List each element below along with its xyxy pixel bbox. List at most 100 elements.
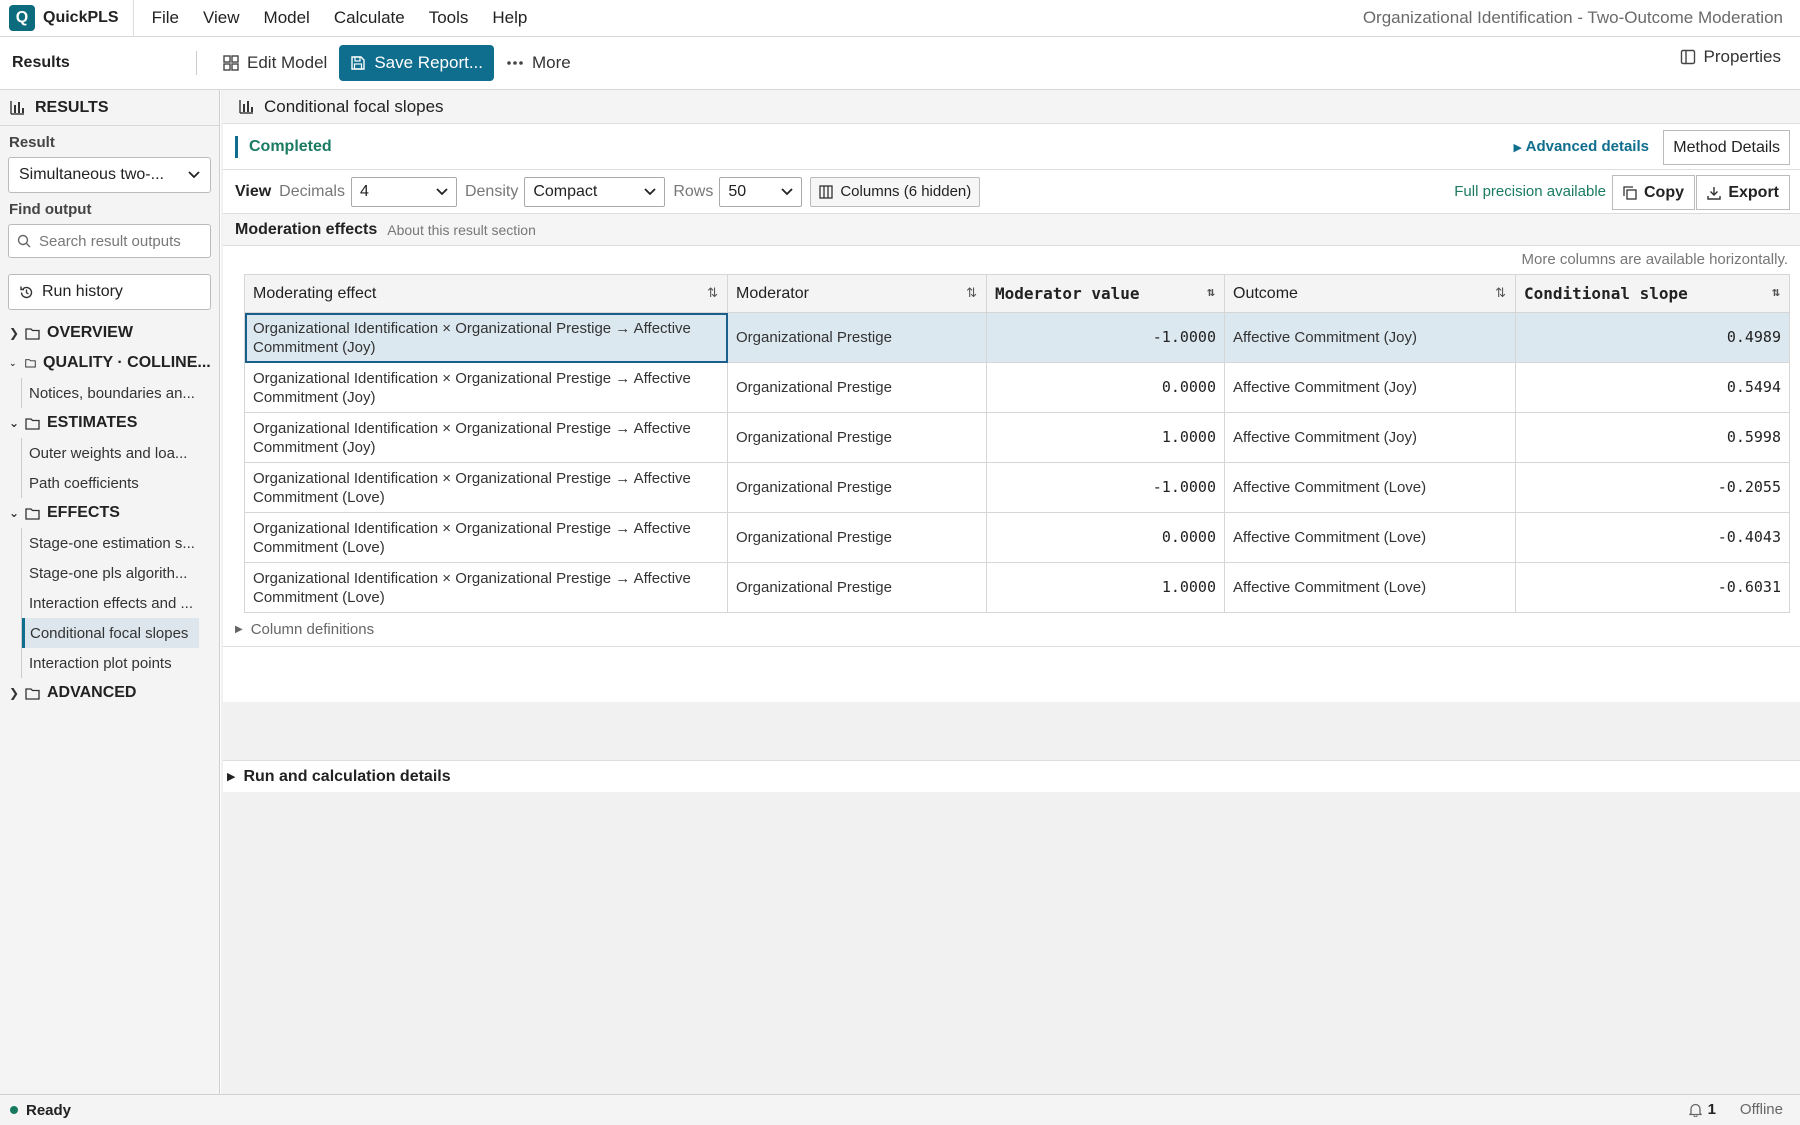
column-header-outcome[interactable]: Outcome ⇅	[1224, 274, 1516, 313]
table-row[interactable]: Organizational Identification × Organiza…	[244, 362, 1790, 413]
density-select[interactable]: Compact	[524, 176, 666, 207]
cell-conditional-slope[interactable]: -0.6031	[1515, 562, 1790, 613]
cell-moderating-effect[interactable]: Organizational Identification × Organiza…	[244, 312, 728, 363]
columns-button[interactable]: Columns (6 hidden)	[810, 176, 981, 207]
tree-item-stage-one-estimation[interactable]: Stage-one estimation s...	[22, 528, 219, 558]
menu-model[interactable]: Model	[252, 8, 322, 28]
folder-icon	[25, 507, 40, 520]
cell-conditional-slope[interactable]: 0.4989	[1515, 312, 1790, 363]
tree-item-conditional-focal-slopes[interactable]: Conditional focal slopes	[22, 618, 199, 648]
tree-item-interaction-plot-points[interactable]: Interaction plot points	[22, 648, 219, 678]
full-precision-link[interactable]: Full precision available	[1454, 183, 1606, 200]
column-header-label: Moderator value	[995, 284, 1140, 303]
copy-button[interactable]: Copy	[1612, 175, 1695, 210]
cell-moderator[interactable]: Organizational Prestige	[727, 312, 987, 363]
export-button[interactable]: Export	[1696, 175, 1790, 210]
status-dot-icon	[10, 1106, 18, 1114]
cell-conditional-slope[interactable]: -0.2055	[1515, 462, 1790, 513]
tree-item-interaction-effects[interactable]: Interaction effects and ...	[22, 588, 219, 618]
cell-outcome[interactable]: Affective Commitment (Love)	[1224, 462, 1516, 513]
cell-moderator-value[interactable]: 0.0000	[986, 512, 1225, 563]
table-row[interactable]: Organizational Identification × Organiza…	[244, 512, 1790, 563]
cell-conditional-slope[interactable]: 0.5998	[1515, 412, 1790, 463]
menu-calculate[interactable]: Calculate	[322, 8, 417, 28]
cell-outcome[interactable]: Affective Commitment (Love)	[1224, 562, 1516, 613]
tree-group-estimates[interactable]: ⌄ ESTIMATES	[0, 408, 219, 438]
download-icon	[1707, 186, 1722, 200]
run-history-button[interactable]: Run history	[8, 274, 211, 310]
tree-group-label: ADVANCED	[47, 684, 137, 701]
cell-moderating-effect[interactable]: Organizational Identification × Organiza…	[244, 512, 728, 563]
table-row[interactable]: Organizational Identification × Organiza…	[244, 412, 1790, 463]
table-row[interactable]: Organizational Identification × Organiza…	[244, 312, 1790, 363]
cell-moderating-effect[interactable]: Organizational Identification × Organiza…	[244, 462, 728, 513]
column-header-conditional-slope[interactable]: Conditional slope ⇅	[1515, 274, 1790, 313]
cell-outcome[interactable]: Affective Commitment (Love)	[1224, 512, 1516, 563]
column-header-label: Moderating effect	[253, 284, 377, 302]
properties-button[interactable]: Properties	[1680, 47, 1781, 67]
cell-outcome[interactable]: Affective Commitment (Joy)	[1224, 312, 1516, 363]
save-report-button[interactable]: Save Report...	[339, 45, 494, 81]
panel-title: Conditional focal slopes	[264, 96, 444, 116]
run-details-toggle[interactable]: ▶ Run and calculation details	[223, 760, 1800, 792]
window-title: Organizational Identification - Two-Outc…	[1362, 8, 1783, 27]
tree-group-effects[interactable]: ⌄ EFFECTS	[0, 498, 219, 528]
folder-icon	[25, 327, 40, 340]
cell-moderator[interactable]: Organizational Prestige	[727, 412, 987, 463]
sort-icon[interactable]: ⇅	[707, 285, 718, 301]
cell-moderating-effect[interactable]: Organizational Identification × Organiza…	[244, 562, 728, 613]
cell-outcome[interactable]: Affective Commitment (Joy)	[1224, 362, 1516, 413]
edit-model-button[interactable]: Edit Model	[211, 45, 339, 81]
cell-moderator-value[interactable]: 0.0000	[986, 362, 1225, 413]
column-header-moderating-effect[interactable]: Moderating effect ⇅	[244, 274, 728, 313]
column-header-moderator[interactable]: Moderator ⇅	[727, 274, 987, 313]
search-outputs-input[interactable]: Search result outputs	[8, 224, 211, 258]
app-name: QuickPLS	[43, 9, 119, 26]
cell-moderator[interactable]: Organizational Prestige	[727, 562, 987, 613]
cell-conditional-slope[interactable]: -0.4043	[1515, 512, 1790, 563]
section-about-link[interactable]: About this result section	[387, 222, 536, 238]
column-definitions-toggle[interactable]: ▶ Column definitions	[223, 613, 1800, 647]
tree-item-outer-weights[interactable]: Outer weights and loa...	[22, 438, 219, 468]
chevron-right-icon: ❯	[9, 686, 20, 700]
cell-moderating-effect[interactable]: Organizational Identification × Organiza…	[244, 362, 728, 413]
menu-tools[interactable]: Tools	[417, 8, 481, 28]
advanced-details-toggle[interactable]: ▶ Advanced details	[1514, 138, 1649, 155]
decimals-select[interactable]: 4	[350, 176, 457, 207]
menu-view[interactable]: View	[191, 8, 252, 28]
sort-icon[interactable]: ⇅	[1772, 285, 1780, 300]
cell-moderator[interactable]: Organizational Prestige	[727, 462, 987, 513]
column-header-moderator-value[interactable]: Moderator value ⇅	[986, 274, 1225, 313]
sort-icon[interactable]: ⇅	[966, 285, 977, 301]
tree-group-advanced[interactable]: ❯ ADVANCED	[0, 678, 219, 708]
result-select[interactable]: Simultaneous two-...	[8, 157, 211, 193]
bell-icon[interactable]	[1688, 1103, 1702, 1117]
copy-icon	[1623, 185, 1637, 200]
cell-moderator[interactable]: Organizational Prestige	[727, 362, 987, 413]
cell-moderating-effect[interactable]: Organizational Identification × Organiza…	[244, 412, 728, 463]
cell-moderator-value[interactable]: 1.0000	[986, 562, 1225, 613]
sort-icon[interactable]: ⇅	[1495, 285, 1506, 301]
menu-file[interactable]: File	[140, 8, 191, 28]
tree-group-overview[interactable]: ❯ OVERVIEW	[0, 318, 219, 348]
save-icon	[351, 56, 366, 70]
cell-moderator-value[interactable]: 1.0000	[986, 412, 1225, 463]
toolbar-separator	[196, 51, 197, 75]
tree-item-path-coefficients[interactable]: Path coefficients	[22, 468, 219, 498]
tree-item-notices[interactable]: Notices, boundaries an...	[22, 378, 219, 408]
search-icon	[17, 234, 31, 248]
menu-help[interactable]: Help	[480, 8, 539, 28]
cell-moderator-value[interactable]: -1.0000	[986, 462, 1225, 513]
cell-moderator[interactable]: Organizational Prestige	[727, 512, 987, 563]
more-button[interactable]: More	[494, 45, 583, 81]
cell-conditional-slope[interactable]: 0.5494	[1515, 362, 1790, 413]
cell-moderator-value[interactable]: -1.0000	[986, 312, 1225, 363]
cell-outcome[interactable]: Affective Commitment (Joy)	[1224, 412, 1516, 463]
table-row[interactable]: Organizational Identification × Organiza…	[244, 462, 1790, 513]
table-row[interactable]: Organizational Identification × Organiza…	[244, 562, 1790, 613]
tree-item-stage-one-pls[interactable]: Stage-one pls algorith...	[22, 558, 219, 588]
rows-select[interactable]: 50	[719, 176, 803, 207]
method-details-button[interactable]: Method Details	[1663, 130, 1790, 165]
sort-icon[interactable]: ⇅	[1207, 285, 1215, 300]
tree-group-quality[interactable]: ⌄ QUALITY · COLLINE...	[0, 348, 219, 378]
